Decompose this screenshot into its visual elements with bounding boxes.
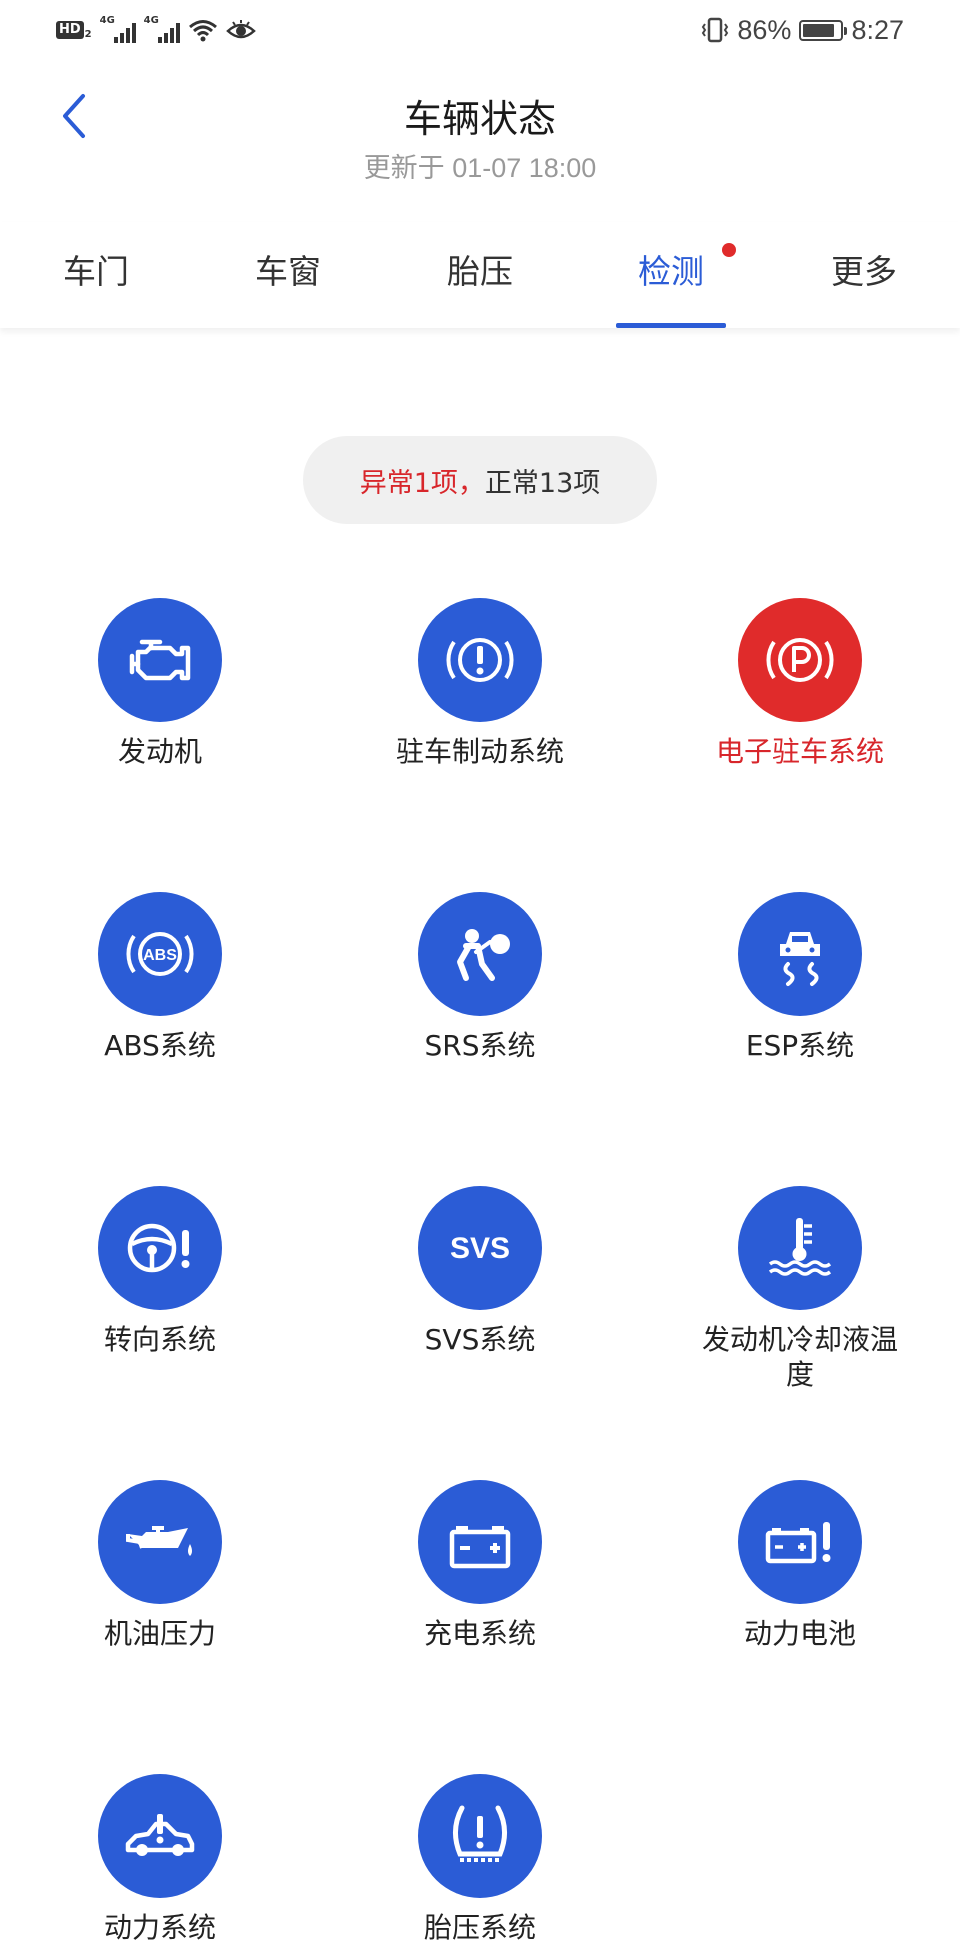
signal-4g-icon: 4G bbox=[143, 15, 180, 43]
system-label: 充电系统 bbox=[423, 1617, 536, 1650]
system-label: 动力电池 bbox=[743, 1617, 856, 1650]
system-item-svs[interactable]: SVS SVS系统 bbox=[360, 1186, 600, 1357]
tab-bar: 车门 车窗 胎压 检测 更多 bbox=[0, 222, 960, 328]
tab-doors[interactable]: 车门 bbox=[0, 222, 192, 328]
esp-icon bbox=[738, 892, 862, 1016]
system-item-powertrain[interactable]: 动力系统 bbox=[40, 1774, 280, 1945]
tire-pressure-icon bbox=[418, 1774, 542, 1898]
system-label: 转向系统 bbox=[103, 1323, 216, 1356]
steering-warning-icon bbox=[98, 1186, 222, 1310]
engine-icon bbox=[98, 598, 222, 722]
system-label: ABS系统 bbox=[104, 1029, 216, 1062]
system-label: 电子驻车系统 bbox=[715, 735, 884, 768]
signal-tag: 4G bbox=[143, 15, 159, 26]
hd-sub-label: 2 bbox=[84, 28, 92, 40]
system-item-srs[interactable]: SRS系统 bbox=[360, 892, 600, 1063]
abs-icon: ABS bbox=[98, 892, 222, 1016]
airbag-icon bbox=[418, 892, 542, 1016]
system-item-engine[interactable]: 发动机 bbox=[40, 598, 280, 769]
eye-comfort-icon bbox=[225, 20, 256, 39]
status-icons-right: 86% 8:27 bbox=[701, 12, 904, 48]
system-item-abs[interactable]: ABS ABS系统 bbox=[40, 892, 280, 1063]
clock: 8:27 bbox=[851, 14, 904, 45]
battery-percent: 86% bbox=[737, 14, 792, 45]
tab-tire-pressure[interactable]: 胎压 bbox=[384, 222, 576, 328]
system-label: 发动机 bbox=[117, 735, 202, 768]
svs-icon: SVS bbox=[418, 1186, 542, 1310]
normal-count: 正常13项 bbox=[484, 467, 601, 499]
page-header: 车辆状态 更新于 01-07 18:00 bbox=[0, 60, 960, 200]
vibrate-icon bbox=[702, 17, 729, 43]
system-label: 机油压力 bbox=[103, 1617, 216, 1650]
battery-icon bbox=[799, 19, 848, 41]
system-item-epb[interactable]: 电子驻车系统 bbox=[680, 598, 920, 769]
system-label: 发动机冷却液温度 bbox=[701, 1323, 898, 1391]
active-tab-indicator bbox=[616, 323, 726, 328]
signal-4g-icon: 4G bbox=[99, 15, 136, 43]
status-icons-left: HD 2 4G 4G bbox=[56, 14, 256, 46]
hd-voice-icon: HD 2 bbox=[56, 21, 92, 40]
hd-label: HD bbox=[56, 21, 84, 39]
system-label: 胎压系统 bbox=[423, 1911, 536, 1944]
system-item-coolant[interactable]: 发动机冷却液温度 bbox=[680, 1186, 920, 1392]
system-label: SVS系统 bbox=[424, 1323, 536, 1356]
system-label: 驻车制动系统 bbox=[395, 735, 564, 768]
tab-more[interactable]: 更多 bbox=[768, 222, 960, 328]
brake-warning-icon bbox=[418, 598, 542, 722]
svs-icon-text: SVS bbox=[450, 1232, 510, 1265]
parking-brake-icon bbox=[738, 598, 862, 722]
coolant-temp-icon bbox=[738, 1186, 862, 1310]
notification-dot bbox=[722, 243, 736, 257]
svg-text:ABS: ABS bbox=[143, 947, 177, 964]
system-item-power-battery[interactable]: 动力电池 bbox=[680, 1480, 920, 1651]
powertrain-icon bbox=[98, 1774, 222, 1898]
page-title: 车辆状态 bbox=[403, 97, 556, 141]
system-item-tpms[interactable]: 胎压系统 bbox=[360, 1774, 600, 1945]
system-item-charging[interactable]: 充电系统 bbox=[360, 1480, 600, 1651]
system-item-esp[interactable]: ESP系统 bbox=[680, 892, 920, 1063]
inspection-summary: 异常1项， 正常13项 bbox=[303, 436, 657, 524]
status-bar: HD 2 4G 4G 86% 8:27 bbox=[0, 0, 960, 60]
signal-tag: 4G bbox=[99, 15, 115, 26]
tab-windows[interactable]: 车窗 bbox=[192, 222, 384, 328]
system-item-oil-pressure[interactable]: 机油压力 bbox=[40, 1480, 280, 1651]
wifi-icon bbox=[188, 20, 217, 42]
system-label: 动力系统 bbox=[103, 1911, 216, 1944]
system-item-parking-brake[interactable]: 驻车制动系统 bbox=[360, 598, 600, 769]
battery-charge-icon bbox=[418, 1480, 542, 1604]
update-timestamp: 更新于 01-07 18:00 bbox=[363, 153, 597, 183]
oil-pressure-icon bbox=[98, 1480, 222, 1604]
system-item-steering[interactable]: 转向系统 bbox=[40, 1186, 280, 1357]
power-battery-icon bbox=[738, 1480, 862, 1604]
system-label: SRS系统 bbox=[424, 1029, 536, 1062]
system-label: ESP系统 bbox=[745, 1029, 855, 1062]
abnormal-count: 异常1项， bbox=[359, 467, 485, 499]
tab-inspection[interactable]: 检测 bbox=[575, 222, 767, 328]
